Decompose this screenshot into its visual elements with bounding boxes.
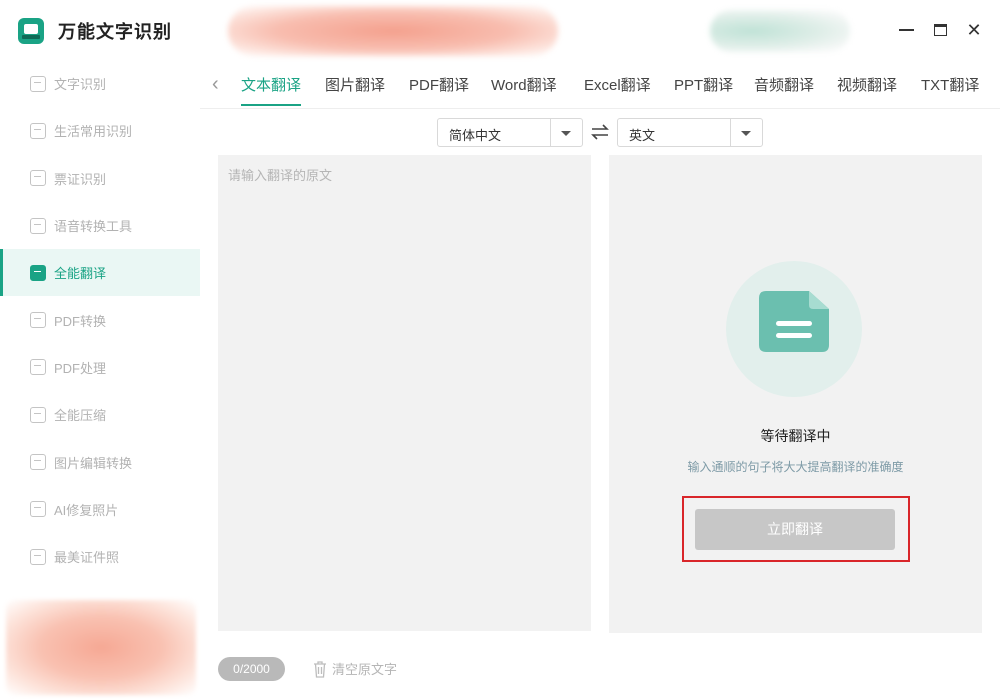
target-language-value: 英文 xyxy=(629,128,656,143)
sidebar-item-image-edit[interactable]: 图片编辑转换 xyxy=(0,438,200,485)
translate-tabs: ‹ 文本翻译 图片翻译 PDF翻译 Word翻译 Excel翻译 PPT翻译 音… xyxy=(200,62,1000,109)
sidebar-item-label: 生活常用识别 xyxy=(54,124,133,140)
sidebar-item-label: 图片编辑转换 xyxy=(54,455,133,471)
sidebar-item-ticket-recognition[interactable]: 票证识别 xyxy=(0,155,200,202)
status-tip: 输入通顺的句子将大大提高翻译的准确度 xyxy=(687,460,904,474)
source-language-select[interactable]: 简体中文 xyxy=(437,118,583,147)
sidebar-item-compress[interactable]: 全能压缩 xyxy=(0,391,200,438)
user-account-area[interactable] xyxy=(710,10,850,52)
top-promo-banner[interactable] xyxy=(228,6,558,56)
char-counter: 0/2000 xyxy=(218,657,285,681)
sidebar-item-label: PDF转换 xyxy=(54,313,107,329)
voice-convert-icon xyxy=(30,217,46,234)
tab-pdf-translate[interactable]: PDF翻译 xyxy=(409,74,469,95)
close-icon: ✕ xyxy=(966,19,982,40)
target-language-select[interactable]: 英文 xyxy=(617,118,763,147)
sidebar-item-label: 最美证件照 xyxy=(54,550,120,566)
source-text-panel xyxy=(218,155,591,631)
pdf-convert-icon xyxy=(30,312,46,329)
document-icon xyxy=(726,261,862,397)
life-scan-icon xyxy=(30,122,46,139)
text-scan-icon xyxy=(30,75,46,92)
ai-photo-icon xyxy=(30,501,46,518)
minimize-icon xyxy=(898,29,914,31)
close-button[interactable]: ✕ xyxy=(964,20,984,40)
scanner-logo-icon xyxy=(18,18,44,44)
translate-now-button[interactable]: 立即翻译 xyxy=(695,509,895,550)
sidebar-item-label: 全能压缩 xyxy=(54,408,107,424)
sidebar-item-life-recognition[interactable]: 生活常用识别 xyxy=(0,107,200,154)
result-panel: 等待翻译中 输入通顺的句子将大大提高翻译的准确度 立即翻译 xyxy=(609,155,982,633)
image-edit-icon xyxy=(30,454,46,471)
sidebar-item-pdf-convert[interactable]: PDF转换 xyxy=(0,296,200,343)
translate-icon xyxy=(30,264,46,281)
compress-icon xyxy=(30,406,46,423)
sidebar-promo-banner[interactable] xyxy=(6,600,196,695)
status-title: 等待翻译中 xyxy=(760,428,831,444)
trash-icon xyxy=(314,660,326,678)
sidebar: 万能文字识别 文字识别 生活常用识别 票证识别 语音转换工具 全能翻译 PDF转… xyxy=(0,0,200,700)
tab-txt-translate[interactable]: TXT翻译 xyxy=(921,74,979,95)
minimize-button[interactable] xyxy=(896,20,916,40)
tab-image-translate[interactable]: 图片翻译 xyxy=(325,74,385,95)
tab-audio-translate[interactable]: 音频翻译 xyxy=(754,74,814,95)
tab-text-translate[interactable]: 文本翻译 xyxy=(241,74,302,106)
tab-video-translate[interactable]: 视频翻译 xyxy=(837,74,897,95)
tab-ppt-translate[interactable]: PPT翻译 xyxy=(674,74,733,95)
id-photo-icon xyxy=(30,548,46,565)
sidebar-item-label: 语音转换工具 xyxy=(54,219,133,235)
chevron-left-icon[interactable]: ‹ xyxy=(212,74,219,94)
sidebar-item-ai-photo[interactable]: AI修复照片 xyxy=(0,486,200,533)
sidebar-item-id-photo[interactable]: 最美证件照 xyxy=(0,533,200,580)
sidebar-item-label: 票证识别 xyxy=(54,171,107,187)
sidebar-item-translate[interactable]: 全能翻译 xyxy=(0,249,200,297)
clear-source-button[interactable]: 清空原文字 xyxy=(313,659,397,678)
pdf-process-icon xyxy=(30,359,46,376)
clear-source-label: 清空原文字 xyxy=(332,662,398,677)
app-title: 万能文字识别 xyxy=(58,22,172,42)
tab-excel-translate[interactable]: Excel翻译 xyxy=(584,74,651,95)
sidebar-item-label: 文字识别 xyxy=(54,77,107,93)
caret-down-icon xyxy=(741,131,751,136)
sidebar-nav: 文字识别 生活常用识别 票证识别 语音转换工具 全能翻译 PDF转换 PDF处理… xyxy=(0,60,200,580)
sidebar-item-pdf-process[interactable]: PDF处理 xyxy=(0,344,200,391)
caret-down-icon xyxy=(561,131,571,136)
tab-word-translate[interactable]: Word翻译 xyxy=(491,74,557,95)
sidebar-item-label: 全能翻译 xyxy=(54,266,107,282)
source-language-value: 简体中文 xyxy=(449,128,502,143)
sidebar-item-label: PDF处理 xyxy=(54,360,107,376)
maximize-button[interactable] xyxy=(930,20,950,40)
ticket-scan-icon xyxy=(30,170,46,187)
source-text-input[interactable] xyxy=(218,155,591,631)
sidebar-item-label: AI修复照片 xyxy=(54,502,119,518)
swap-languages-icon[interactable] xyxy=(591,122,609,142)
app-logo: 万能文字识别 xyxy=(18,18,172,44)
title-bar: ✕ xyxy=(200,0,1000,62)
sidebar-item-text-recognition[interactable]: 文字识别 xyxy=(0,60,200,107)
app-window: 万能文字识别 文字识别 生活常用识别 票证识别 语音转换工具 全能翻译 PDF转… xyxy=(0,0,1000,700)
maximize-icon xyxy=(933,24,947,36)
sidebar-item-voice-tools[interactable]: 语音转换工具 xyxy=(0,202,200,249)
